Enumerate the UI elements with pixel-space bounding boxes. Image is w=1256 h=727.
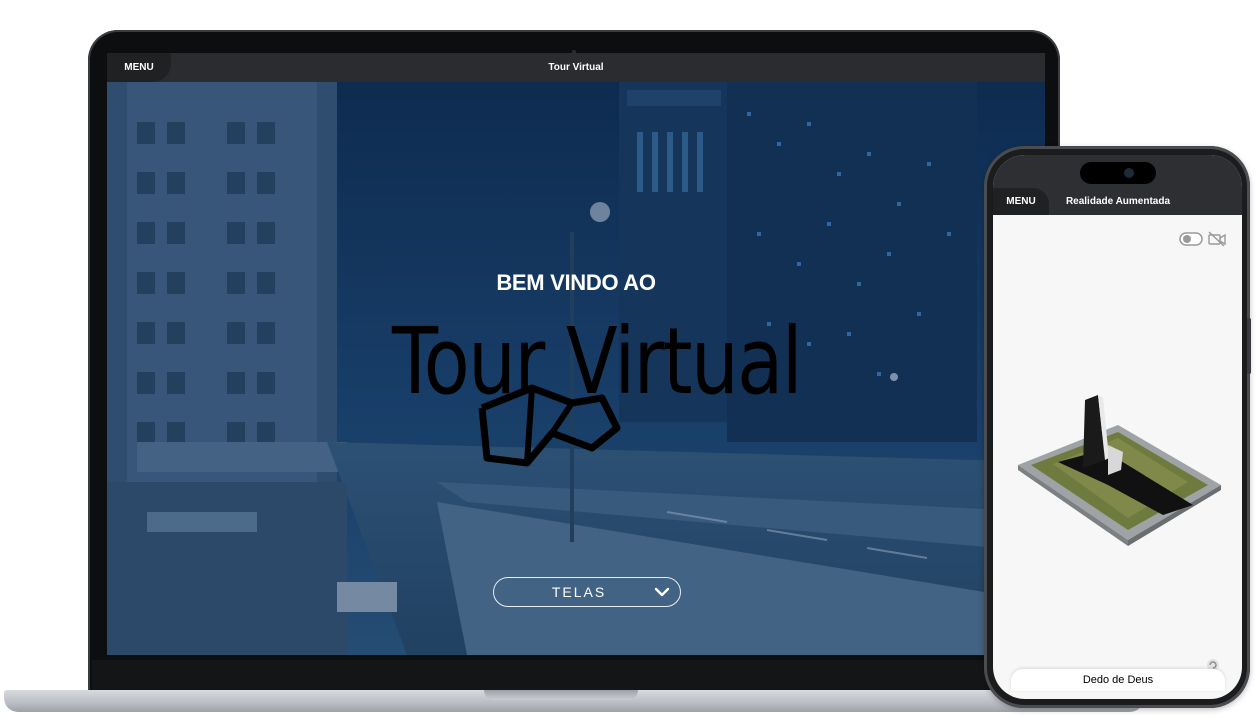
phone-screen: MENU Realidade Aumentada Dedo de Deus — [993, 155, 1242, 699]
top-bar: Tour Virtual MENU — [107, 53, 1045, 82]
phone-page-title: Realidade Aumentada — [1065, 196, 1171, 207]
dynamic-island — [1080, 162, 1156, 184]
model-caption: Dedo de Deus — [1011, 669, 1225, 691]
phone-top-bar: MENU Realidade Aumentada — [993, 155, 1242, 215]
camera-off-icon[interactable] — [1207, 230, 1227, 248]
dropdown-selected-label: TELAS — [551, 584, 607, 600]
tour-virtual-logo: Tour Virtual — [392, 308, 803, 468]
laptop-hinge-notch — [484, 690, 638, 700]
menu-button[interactable]: MENU — [107, 53, 171, 82]
telas-dropdown[interactable]: TELAS — [493, 577, 681, 607]
page-title: Tour Virtual — [548, 62, 604, 73]
phone-side-button — [1247, 318, 1251, 374]
chevron-down-icon — [654, 587, 670, 597]
logo-shape-icon — [478, 384, 621, 467]
toggle-switch-icon[interactable] — [1179, 232, 1203, 246]
laptop-screen: Tour Virtual MENU BEM VINDO AO Tour Virt… — [107, 53, 1045, 655]
phone-menu-button[interactable]: MENU — [993, 188, 1049, 215]
welcome-heading: BEM VINDO AO — [496, 270, 656, 295]
3d-model-dedo-de-deus[interactable] — [1013, 390, 1223, 550]
